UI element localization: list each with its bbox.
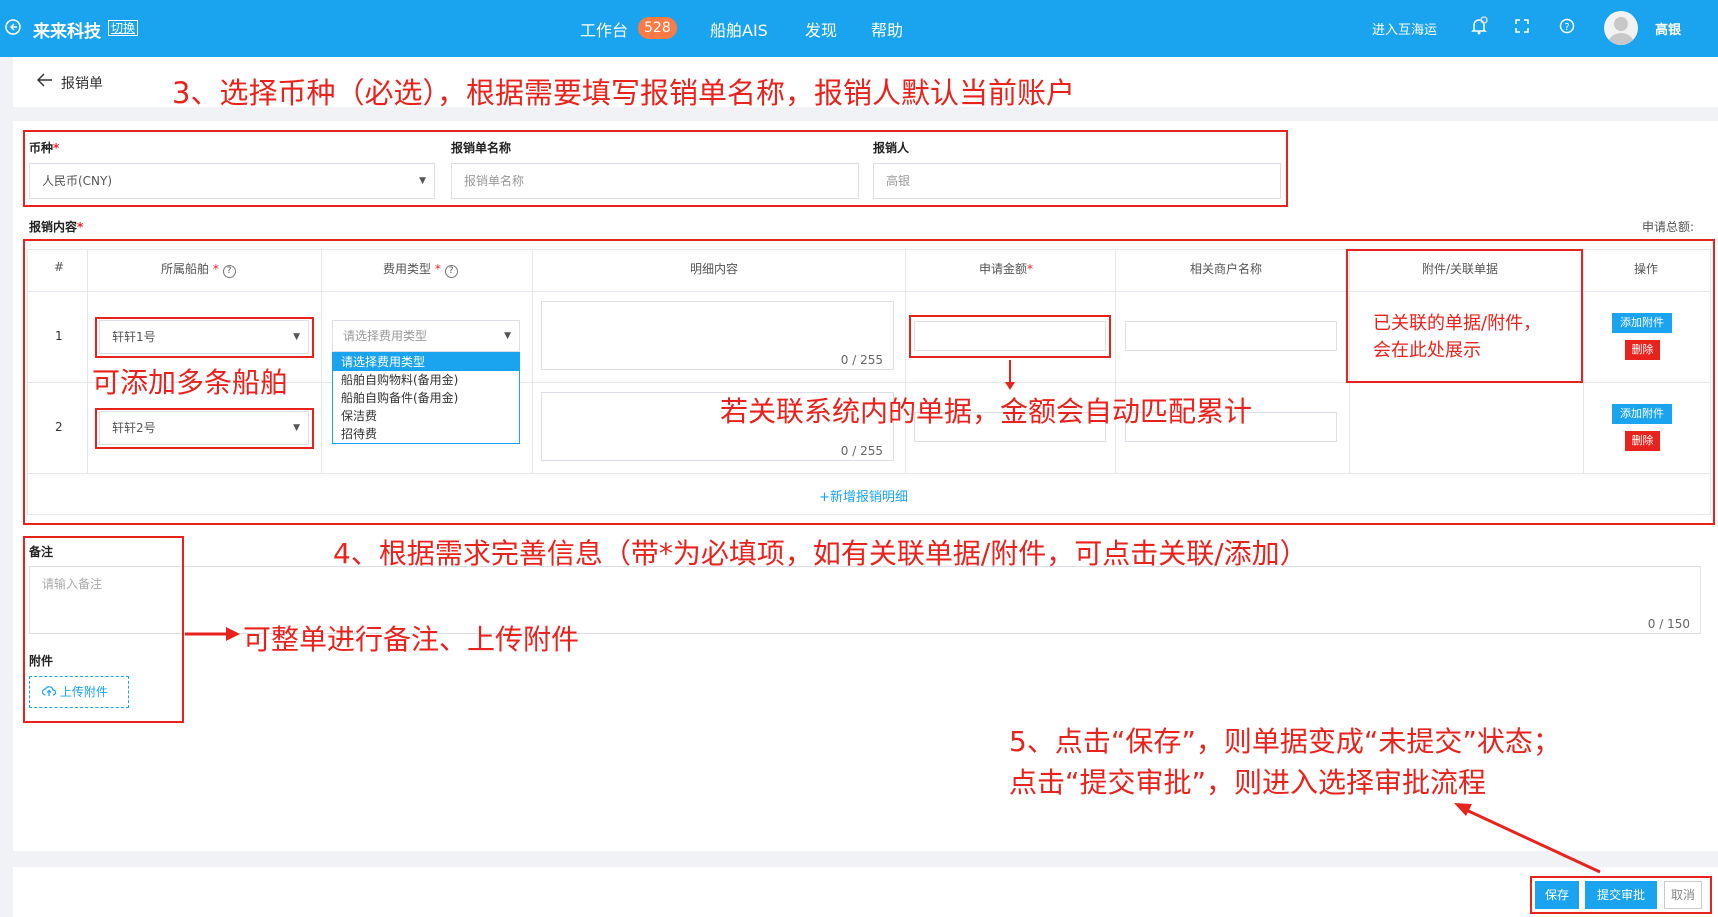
arrow-head [226, 627, 240, 641]
arrow-head [1005, 382, 1015, 390]
arrow-head [1454, 803, 1472, 816]
arrow-buttons [1461, 806, 1601, 874]
annotation-arrows [185, 360, 1601, 874]
